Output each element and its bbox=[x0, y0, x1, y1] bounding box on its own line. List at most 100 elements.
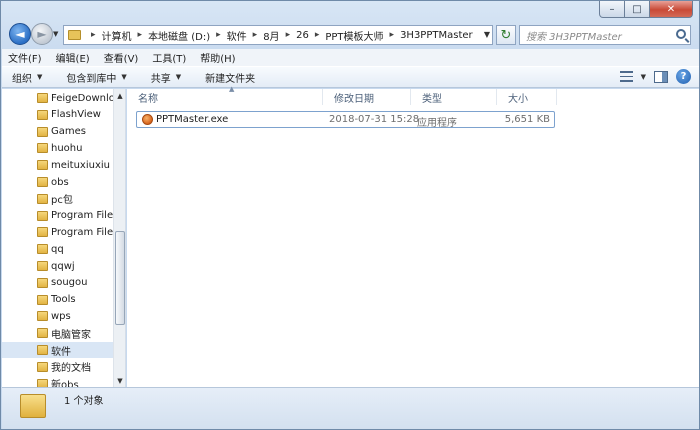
tree-item[interactable]: pc包 bbox=[2, 191, 114, 207]
tree-item-label: sougou bbox=[51, 277, 88, 289]
tree-item[interactable]: qq bbox=[2, 241, 114, 257]
menu-help[interactable]: 帮助(H) bbox=[200, 50, 235, 65]
folder-icon bbox=[37, 378, 48, 387]
tree-item-label: obs bbox=[51, 176, 69, 188]
tree-item[interactable]: Program Files bbox=[2, 208, 114, 224]
window-controls: – □ ✕ bbox=[599, 1, 693, 18]
breadcrumb-3h3pptmaster[interactable]: 3H3PPTMaster bbox=[400, 30, 473, 41]
menu-file[interactable]: 文件(F) bbox=[8, 50, 42, 65]
tree-item[interactable]: obs bbox=[2, 174, 114, 190]
new-folder-button[interactable]: 新建文件夹 bbox=[205, 70, 255, 85]
tree-item-label: huohu bbox=[51, 142, 83, 154]
breadcrumb-drive-d[interactable]: 本地磁盘 (D:) bbox=[148, 28, 210, 43]
tree-item[interactable]: 新obs bbox=[2, 376, 114, 387]
tree-item[interactable]: Games bbox=[2, 124, 114, 140]
chevron-down-icon: ▼ bbox=[121, 73, 127, 81]
close-button[interactable]: ✕ bbox=[650, 1, 693, 18]
chevron-right-icon[interactable]: ▸ bbox=[390, 30, 395, 40]
tree-item-label: Tools bbox=[51, 294, 76, 306]
search-input[interactable]: 搜索 3H3PPTMaster bbox=[519, 25, 691, 45]
folder-icon bbox=[37, 261, 48, 271]
tree-item[interactable]: FeigeDownload bbox=[2, 90, 114, 106]
menu-tools[interactable]: 工具(T) bbox=[152, 50, 186, 65]
tree-item-label: Games bbox=[51, 126, 86, 138]
tree-item-label: qq bbox=[51, 243, 64, 255]
search-placeholder: 搜索 3H3PPTMaster bbox=[526, 31, 622, 43]
folder-icon bbox=[37, 328, 48, 339]
change-view-icon[interactable] bbox=[619, 71, 633, 82]
breadcrumb-ppt-master[interactable]: PPT模板大师 bbox=[325, 28, 383, 43]
tree-item[interactable]: wps bbox=[2, 308, 114, 324]
include-in-library-label: 包含到库中 bbox=[66, 73, 117, 85]
chevron-right-icon[interactable]: ▸ bbox=[138, 30, 143, 40]
column-header-name[interactable]: 名称 ▲ bbox=[127, 85, 323, 105]
column-size-label: 大小 bbox=[508, 93, 528, 105]
tree-item[interactable]: 电脑管家 bbox=[2, 325, 114, 341]
organize-button[interactable]: 组织 ▼ bbox=[12, 70, 42, 85]
menu-view[interactable]: 查看(V) bbox=[104, 50, 139, 65]
chevron-down-icon[interactable]: ▼ bbox=[641, 73, 646, 81]
breadcrumb-26[interactable]: 26 bbox=[296, 30, 309, 41]
column-header-modified[interactable]: 修改日期 bbox=[323, 89, 411, 105]
tree-item[interactable]: FlashView bbox=[2, 107, 114, 123]
command-bar: 组织 ▼ 包含到库中 ▼ 共享 ▼ 新建文件夹 ▼ ? bbox=[2, 66, 699, 88]
column-header-type[interactable]: 类型 bbox=[411, 89, 497, 105]
include-in-library-button[interactable]: 包含到库中 ▼ bbox=[66, 70, 126, 85]
search-icon[interactable] bbox=[676, 29, 686, 39]
menu-edit[interactable]: 编辑(E) bbox=[56, 50, 90, 65]
menu-bar: 文件(F) 编辑(E) 查看(V) 工具(T) 帮助(H) bbox=[2, 49, 699, 66]
file-size: 5,651 KB bbox=[504, 114, 550, 125]
column-header-size[interactable]: 大小 bbox=[497, 89, 557, 105]
folder-icon bbox=[37, 93, 48, 103]
scroll-thumb[interactable] bbox=[115, 231, 125, 325]
tree-item[interactable]: 我的文档 bbox=[2, 359, 114, 375]
folder-icon bbox=[37, 227, 48, 238]
column-type-label: 类型 bbox=[422, 93, 442, 105]
file-row[interactable]: PPTMaster.exe 2018-07-31 15:28 应用程序 5,65… bbox=[136, 111, 555, 129]
folder-icon bbox=[37, 210, 48, 221]
column-modified-label: 修改日期 bbox=[334, 93, 374, 105]
chevron-right-icon[interactable]: ▸ bbox=[91, 30, 96, 40]
back-button[interactable]: ◄ bbox=[9, 23, 31, 45]
tree-item-label: wps bbox=[51, 310, 71, 322]
tree-item-label: FeigeDownload bbox=[51, 92, 114, 104]
folder-icon bbox=[37, 160, 48, 171]
tree-item[interactable]: huohu bbox=[2, 140, 114, 156]
tree-item-label: 电脑管家 bbox=[51, 329, 91, 341]
view-controls: ▼ ? bbox=[619, 69, 691, 84]
chevron-right-icon[interactable]: ▸ bbox=[315, 30, 320, 40]
share-button[interactable]: 共享 ▼ bbox=[151, 70, 181, 85]
tree-item-label: pc包 bbox=[51, 195, 73, 207]
chevron-right-icon[interactable]: ▸ bbox=[286, 30, 291, 40]
refresh-button[interactable]: ↻ bbox=[496, 25, 516, 45]
forward-button[interactable]: ► bbox=[31, 23, 53, 45]
breadcrumb-august[interactable]: 8月 bbox=[263, 28, 279, 43]
tree-item-label: qqwj bbox=[51, 260, 75, 272]
recent-pages-dropdown-icon[interactable]: ▼ bbox=[53, 30, 58, 38]
organize-label: 组织 bbox=[12, 73, 32, 85]
address-dropdown-icon[interactable]: ▼ bbox=[484, 30, 490, 39]
tree-item[interactable]: Tools bbox=[2, 292, 114, 308]
scroll-down-icon[interactable]: ▼ bbox=[114, 374, 125, 387]
breadcrumb-software[interactable]: 软件 bbox=[227, 28, 247, 43]
chevron-right-icon[interactable]: ▸ bbox=[253, 30, 258, 40]
help-icon[interactable]: ? bbox=[676, 69, 691, 84]
item-count: 1 个对象 bbox=[64, 396, 104, 407]
tree-item[interactable]: Program Files bbox=[2, 224, 114, 240]
maximize-button[interactable]: □ bbox=[625, 1, 650, 18]
tree-item-label: Program Files bbox=[51, 210, 114, 222]
preview-pane-icon[interactable] bbox=[654, 70, 668, 83]
tree-item[interactable]: sougou bbox=[2, 275, 114, 291]
tree-item[interactable]: 软件 bbox=[2, 342, 114, 358]
scroll-up-icon[interactable]: ▲ bbox=[114, 89, 125, 102]
minimize-button[interactable]: – bbox=[599, 1, 625, 18]
navigation-scrollbar[interactable]: ▲ ▼ bbox=[113, 89, 125, 387]
tree-item[interactable]: qqwj bbox=[2, 258, 114, 274]
folder-icon bbox=[37, 109, 48, 120]
address-bar[interactable]: ▸ 计算机 ▸ 本地磁盘 (D:) ▸ 软件 ▸ 8月 ▸ 26 ▸ PPT模板… bbox=[63, 25, 493, 45]
chevron-down-icon: ▼ bbox=[175, 73, 182, 81]
breadcrumb-computer[interactable]: 计算机 bbox=[102, 28, 132, 43]
folder-icon bbox=[37, 193, 48, 204]
chevron-right-icon[interactable]: ▸ bbox=[216, 30, 221, 40]
tree-item[interactable]: meituxiuxiu bbox=[2, 157, 114, 173]
